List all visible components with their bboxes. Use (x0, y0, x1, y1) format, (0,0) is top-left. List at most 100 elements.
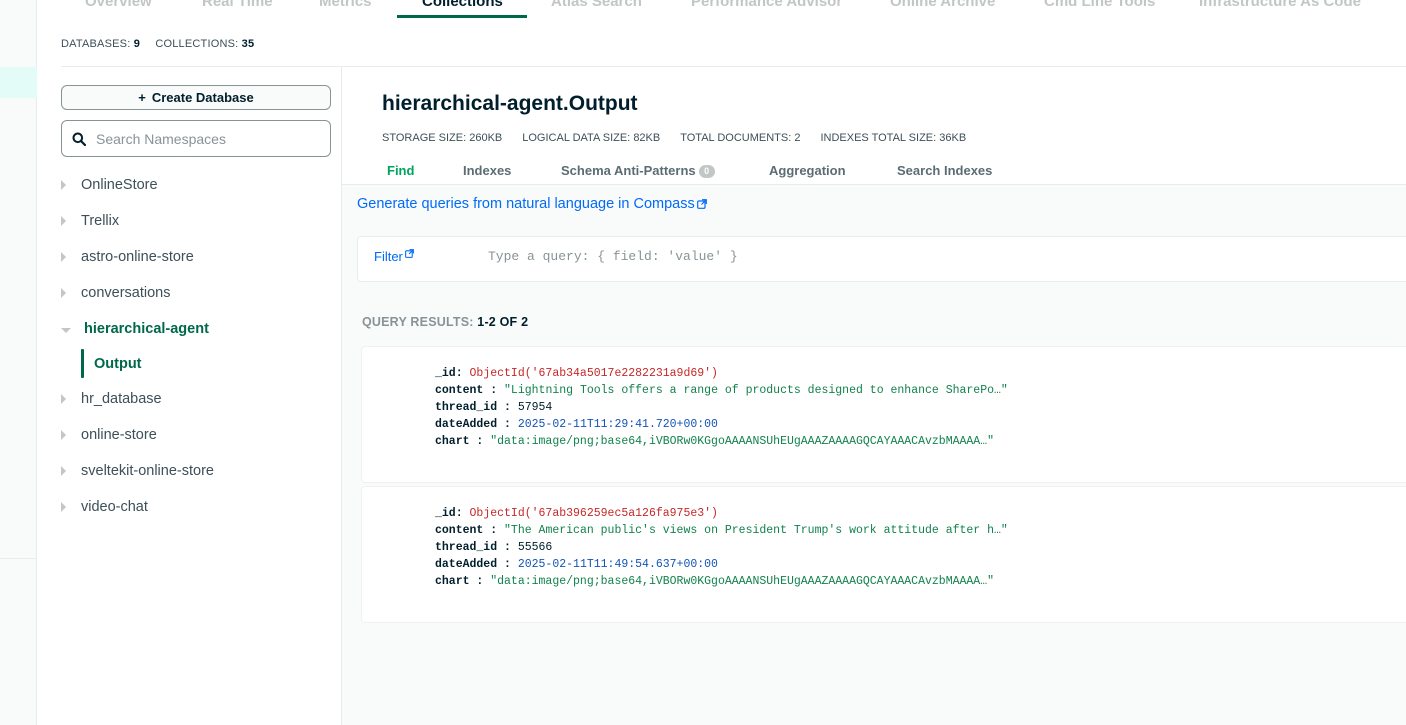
database-item-hierarchical-agent[interactable]: hierarchical-agent (61, 311, 336, 347)
database-name: astro-online-store (81, 249, 194, 265)
caret-right-icon[interactable] (61, 466, 66, 476)
database-item-hr-database[interactable]: hr_database (61, 381, 336, 417)
caret-right-icon[interactable] (61, 216, 66, 226)
tab-performance-advisor[interactable]: Performance Advisor (691, 0, 842, 10)
database-name: video-chat (81, 499, 148, 515)
caret-right-icon[interactable] (61, 288, 66, 298)
filter-label-link[interactable]: Filter (374, 249, 414, 264)
field-key: thread_id : (435, 541, 511, 554)
tab-cmd-line-tools[interactable]: Cmd Line Tools (1044, 0, 1155, 10)
field-key: thread_id : (435, 401, 511, 414)
field-key: chart : (435, 435, 484, 448)
database-item-astro-online-store[interactable]: astro-online-store (61, 239, 336, 275)
field-key: content : (435, 524, 498, 537)
collections-count-value: 35 (241, 38, 255, 50)
stat-label: LOGICAL DATA SIZE: (522, 132, 631, 144)
tab-search-indexes[interactable]: Search Indexes (897, 163, 992, 178)
tab-real-time[interactable]: Real Time (202, 0, 273, 10)
database-name: conversations (81, 285, 171, 301)
field-row-chart: chart : "data:image/png;base64,iVBORw0KG… (435, 573, 1008, 590)
field-value-date[interactable]: 2025-02-11T11:49:54.637+00:00 (518, 558, 718, 571)
collection-item-output[interactable]: Output (81, 347, 336, 381)
search-icon (72, 132, 86, 146)
field-value-date[interactable]: 2025-02-11T11:29:41.720+00:00 (518, 418, 718, 431)
field-value-string[interactable]: "The American public's views on Presiden… (504, 524, 1008, 537)
caret-right-icon[interactable] (61, 180, 66, 190)
database-name: sveltekit-online-store (81, 463, 214, 479)
field-key: _id: (435, 367, 463, 380)
database-item-trellix[interactable]: Trellix (61, 203, 336, 239)
field-row-date-added: dateAdded : 2025-02-11T11:29:41.720+00:0… (435, 416, 1008, 433)
tab-metrics[interactable]: Metrics (319, 0, 372, 10)
caret-right-icon[interactable] (61, 502, 66, 512)
stat-indexes-total-size: INDEXES TOTAL SIZE: 36KB (820, 132, 966, 144)
tab-collections[interactable]: Collections (422, 0, 503, 10)
database-item-sveltekit-online-store[interactable]: sveltekit-online-store (61, 453, 336, 489)
filter-query-input[interactable] (488, 249, 1288, 264)
tab-infrastructure-as-code[interactable]: Infrastructure As Code (1199, 0, 1361, 10)
databases-count-value: 9 (133, 38, 141, 50)
tab-atlas-search[interactable]: Atlas Search (551, 0, 642, 10)
tab-schema-anti-patterns[interactable]: Schema Anti-Patterns 0 (561, 163, 715, 178)
tab-label: Schema Anti-Patterns (561, 163, 696, 178)
stat-logical-data-size: LOGICAL DATA SIZE: 82KB (522, 132, 660, 144)
database-name: online-store (81, 427, 157, 443)
tab-aggregation[interactable]: Aggregation (769, 163, 846, 178)
stat-label: STORAGE SIZE: (382, 132, 467, 144)
natural-language-compass-link[interactable]: Generate queries from natural language i… (357, 196, 707, 212)
field-value-objectid[interactable]: ObjectId('67ab34a5017e2282231a9d69') (470, 367, 718, 380)
database-item-onlinestore[interactable]: OnlineStore (61, 167, 336, 203)
stat-value: 36KB (939, 132, 967, 144)
document-card[interactable]: _id: ObjectId('67ab34a5017e2282231a9d69'… (362, 347, 1406, 482)
top-tab-bar: Overview Real Time Metrics Collections A… (61, 0, 1406, 18)
caret-right-icon[interactable] (61, 430, 66, 440)
tab-overview[interactable]: Overview (85, 0, 152, 10)
field-value-number[interactable]: 57954 (518, 401, 553, 414)
tab-online-archive[interactable]: Online Archive (890, 0, 995, 10)
filter-label: Filter (374, 249, 403, 264)
field-key: content : (435, 384, 498, 397)
field-key: _id: (435, 507, 463, 520)
collection-name: Output (94, 356, 142, 372)
results-label: QUERY RESULTS: (362, 315, 474, 329)
link-text: Generate queries from natural language i… (357, 196, 695, 212)
field-value-number[interactable]: 55566 (518, 541, 553, 554)
cluster-counts: DATABASES: 9 COLLECTIONS: 35 (61, 38, 266, 50)
database-name: hierarchical-agent (84, 321, 209, 337)
document-card[interactable]: _id: ObjectId('67ab396259ec5a126fa975e3'… (362, 487, 1406, 622)
field-value-string[interactable]: "data:image/png;base64,iVBORw0KGgoAAAANS… (490, 435, 994, 448)
tab-indexes[interactable]: Indexes (463, 163, 511, 178)
count-badge: 0 (698, 165, 715, 178)
field-row-date-added: dateAdded : 2025-02-11T11:49:54.637+00:0… (435, 556, 1008, 573)
collection-stats: STORAGE SIZE: 260KB LOGICAL DATA SIZE: 8… (382, 132, 966, 144)
caret-down-icon[interactable] (61, 327, 71, 333)
field-value-string[interactable]: "data:image/png;base64,iVBORw0KGgoAAAANS… (490, 575, 994, 588)
namespace-search-box[interactable] (61, 120, 331, 157)
database-item-online-store[interactable]: online-store (61, 417, 336, 453)
create-database-button[interactable]: + Create Database (61, 85, 331, 110)
stat-label: TOTAL DOCUMENTS: (680, 132, 792, 144)
document-fields: _id: ObjectId('67ab396259ec5a126fa975e3'… (435, 505, 1008, 590)
field-value-string[interactable]: "Lightning Tools offers a range of produ… (504, 384, 1008, 397)
field-key: dateAdded : (435, 418, 511, 431)
tab-find[interactable]: Find (387, 163, 414, 178)
database-list: OnlineStore Trellix astro-online-store c… (61, 167, 336, 525)
collections-count-label: COLLECTIONS: (155, 38, 239, 50)
rail-active-item[interactable] (0, 67, 37, 98)
search-namespaces-input[interactable] (96, 130, 316, 147)
field-key: dateAdded : (435, 558, 511, 571)
field-row-content: content : "The American public's views o… (435, 522, 1008, 539)
atlas-collections-page: Overview Real Time Metrics Collections A… (0, 0, 1406, 725)
caret-right-icon[interactable] (61, 394, 66, 404)
database-name: OnlineStore (81, 177, 158, 193)
stat-storage-size: STORAGE SIZE: 260KB (382, 132, 502, 144)
active-collection-indicator (81, 349, 84, 378)
plus-icon: + (138, 90, 146, 105)
stat-label: INDEXES TOTAL SIZE: (820, 132, 937, 144)
caret-right-icon[interactable] (61, 252, 66, 262)
field-value-objectid[interactable]: ObjectId('67ab396259ec5a126fa975e3') (470, 507, 718, 520)
databases-count-label: DATABASES: (61, 38, 131, 50)
database-item-conversations[interactable]: conversations (61, 275, 336, 311)
database-item-video-chat[interactable]: video-chat (61, 489, 336, 525)
field-row-thread-id: thread_id : 55566 (435, 539, 1008, 556)
